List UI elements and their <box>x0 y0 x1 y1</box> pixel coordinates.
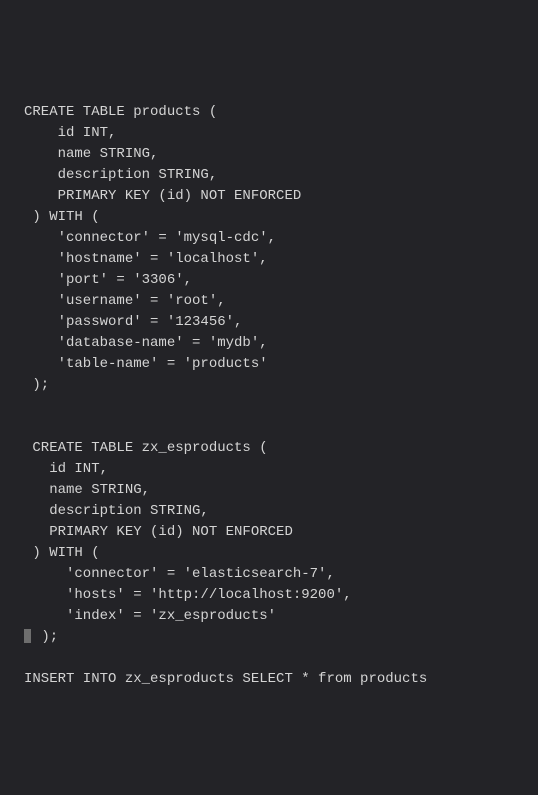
code-content: CREATE TABLE products ( id INT, name STR… <box>24 104 352 624</box>
code-after-cursor: INSERT INTO zx_esproducts SELECT * from … <box>24 671 427 687</box>
text-cursor <box>24 629 31 643</box>
code-block: CREATE TABLE products ( id INT, name STR… <box>24 102 538 690</box>
cursor-line: ); <box>33 629 58 645</box>
